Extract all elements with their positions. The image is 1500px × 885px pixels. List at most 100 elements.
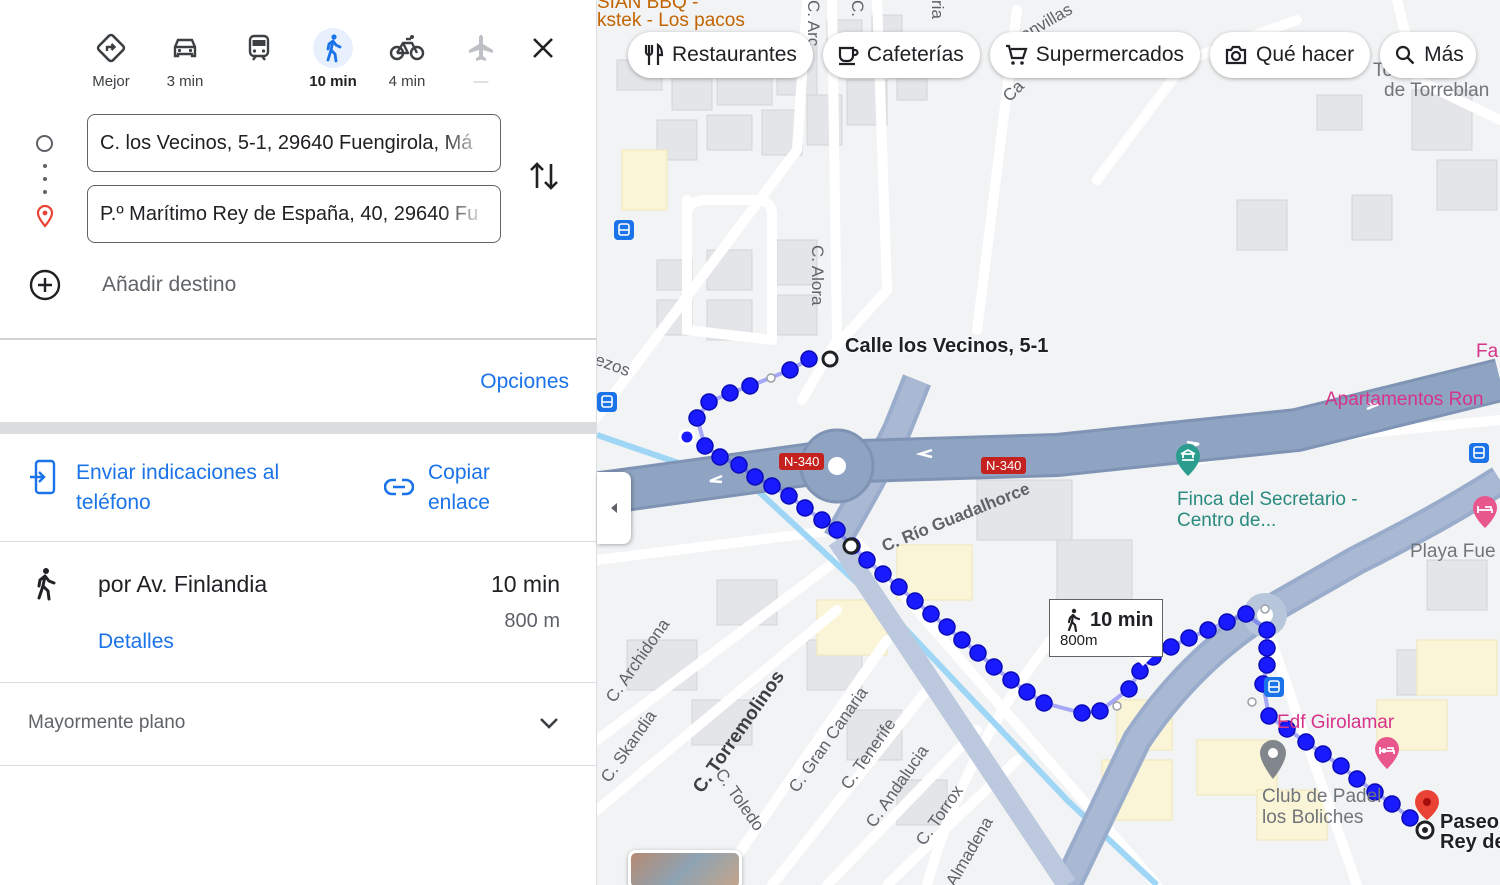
route-dot bbox=[922, 605, 940, 623]
origin-input[interactable]: C. los Vecinos, 5-1, 29640 Fuengirola, M… bbox=[87, 114, 501, 172]
poi-label: Fa bbox=[1476, 341, 1499, 362]
mode-label: Mejor bbox=[92, 73, 130, 90]
poi-label: Apartamentos Ron bbox=[1325, 389, 1484, 410]
add-destination-label: Añadir destino bbox=[102, 273, 237, 296]
hotel-pin-icon[interactable] bbox=[1470, 494, 1500, 530]
poi-label: los Boliches bbox=[1262, 807, 1364, 828]
connector-dot bbox=[43, 177, 47, 181]
mode-bike[interactable]: 4 min bbox=[370, 28, 444, 98]
divider bbox=[0, 338, 597, 340]
chip-label: Restaurantes bbox=[672, 43, 797, 66]
swap-locations-button[interactable] bbox=[527, 158, 561, 194]
route-junction bbox=[1247, 697, 1257, 707]
category-chips: Restaurantes Cafeterías Supermercados Qu… bbox=[628, 32, 1476, 78]
route-junction bbox=[1112, 701, 1122, 711]
walking-icon bbox=[1067, 608, 1081, 632]
route-time-callout[interactable]: 10 min 800m bbox=[1049, 599, 1163, 666]
layers-thumbnail[interactable] bbox=[628, 850, 742, 885]
copy-link-label: Copiar enlace bbox=[428, 461, 490, 514]
terrain-summary: Mayormente plano bbox=[28, 712, 186, 733]
close-directions-button[interactable] bbox=[523, 28, 563, 68]
chevron-left-icon bbox=[611, 503, 617, 513]
origin-map-label: Calle los Vecinos, 5-1 bbox=[845, 335, 1049, 357]
search-icon bbox=[1396, 45, 1415, 65]
add-destination-button[interactable]: Añadir destino bbox=[28, 268, 236, 302]
route-dot bbox=[721, 384, 739, 402]
route-dot bbox=[1180, 629, 1198, 647]
poi-label: Finca del Secretario - bbox=[1177, 489, 1358, 510]
chip-restaurants[interactable]: Restaurantes bbox=[628, 32, 813, 78]
route-junction bbox=[1260, 604, 1270, 614]
send-to-phone-label: Enviar indicaciones al teléfono bbox=[76, 461, 280, 514]
route-dot bbox=[858, 551, 876, 569]
details-button[interactable]: Detalles bbox=[98, 630, 174, 654]
chip-label: Cafeterías bbox=[866, 43, 964, 66]
bicycle-icon bbox=[387, 28, 427, 68]
bus-stop-icon[interactable] bbox=[613, 219, 635, 241]
route-dot bbox=[796, 499, 814, 517]
route-dot bbox=[1237, 605, 1255, 623]
route-dot bbox=[1073, 704, 1091, 722]
destination-input[interactable]: P.º Marítimo Rey de España, 40, 29640 Fu bbox=[87, 185, 501, 243]
airplane-icon bbox=[461, 28, 501, 68]
copy-link-button[interactable]: Copiar enlace bbox=[384, 458, 518, 518]
mode-best[interactable]: Mejor bbox=[74, 28, 148, 98]
poi-label: Club de Padel bbox=[1262, 786, 1382, 807]
route-dot bbox=[969, 644, 987, 662]
destination-pin-icon[interactable] bbox=[1412, 788, 1442, 844]
chip-things-to-do[interactable]: Qué hacer bbox=[1210, 32, 1371, 78]
destination-map-label: Paseo bbox=[1440, 811, 1499, 833]
route-dot bbox=[1091, 702, 1109, 720]
museum-pin-icon[interactable] bbox=[1173, 442, 1203, 478]
bus-stop-icon[interactable] bbox=[597, 391, 617, 413]
route-dot bbox=[874, 565, 892, 583]
mode-label: — bbox=[473, 73, 489, 90]
divider bbox=[0, 541, 597, 542]
chip-cafes[interactable]: Cafeterías bbox=[822, 32, 980, 78]
cart-icon bbox=[1005, 44, 1028, 65]
destination-text: P.º Marítimo Rey de España, 40, 29640 Fu bbox=[100, 203, 479, 225]
destination-pin-icon bbox=[36, 204, 54, 228]
mode-label: 4 min bbox=[388, 73, 426, 90]
route-dot bbox=[688, 409, 706, 427]
route-dot bbox=[1162, 638, 1180, 656]
origin-circle-icon bbox=[36, 135, 53, 152]
diamond-directions-icon bbox=[91, 28, 131, 68]
mode-walk[interactable]: 10 min bbox=[296, 28, 370, 98]
collapse-panel-button[interactable] bbox=[597, 472, 631, 544]
chip-supermarkets[interactable]: Supermercados bbox=[989, 32, 1201, 78]
mode-car[interactable]: 3 min bbox=[148, 28, 222, 98]
send-to-phone-button[interactable]: Enviar indicaciones al teléfono bbox=[28, 458, 306, 518]
route-dot bbox=[781, 361, 799, 379]
route-dot bbox=[1260, 707, 1278, 725]
coffee-icon bbox=[838, 46, 859, 66]
options-button[interactable]: Opciones bbox=[480, 370, 569, 394]
route-dot bbox=[985, 658, 1003, 676]
divider bbox=[0, 765, 597, 766]
chip-label: Qué hacer bbox=[1256, 43, 1355, 66]
street-label: C. bbox=[848, 0, 867, 17]
road-shield: N-340 bbox=[779, 453, 825, 470]
route-dot bbox=[1199, 621, 1217, 639]
route-dot bbox=[953, 631, 971, 649]
route-dot bbox=[763, 477, 781, 495]
destination-map-label: Rey de bbox=[1440, 831, 1500, 853]
mode-label: 3 min bbox=[166, 73, 204, 90]
bus-stop-icon[interactable] bbox=[1263, 676, 1285, 698]
chevron-down-icon[interactable] bbox=[538, 714, 560, 732]
route-dot bbox=[1348, 770, 1366, 788]
hotel-pin-icon[interactable] bbox=[1372, 735, 1402, 771]
mode-transit[interactable] bbox=[222, 28, 296, 98]
location-pin-icon[interactable] bbox=[1257, 738, 1289, 782]
walking-icon bbox=[37, 568, 56, 601]
road-shield: N-340 bbox=[981, 457, 1027, 474]
chip-more[interactable]: Más bbox=[1380, 32, 1476, 78]
route-junction bbox=[766, 373, 776, 383]
route-dot bbox=[1258, 621, 1276, 639]
street-label: C. Alora bbox=[808, 245, 827, 306]
route-dot bbox=[1218, 613, 1236, 631]
bus-stop-icon[interactable] bbox=[1468, 442, 1490, 464]
map-canvas[interactable]: N-340 N-340 C. Alora C. Arc C. ria anvil… bbox=[597, 0, 1500, 885]
camera-icon bbox=[1225, 45, 1247, 65]
mode-flight[interactable]: — bbox=[444, 28, 518, 98]
